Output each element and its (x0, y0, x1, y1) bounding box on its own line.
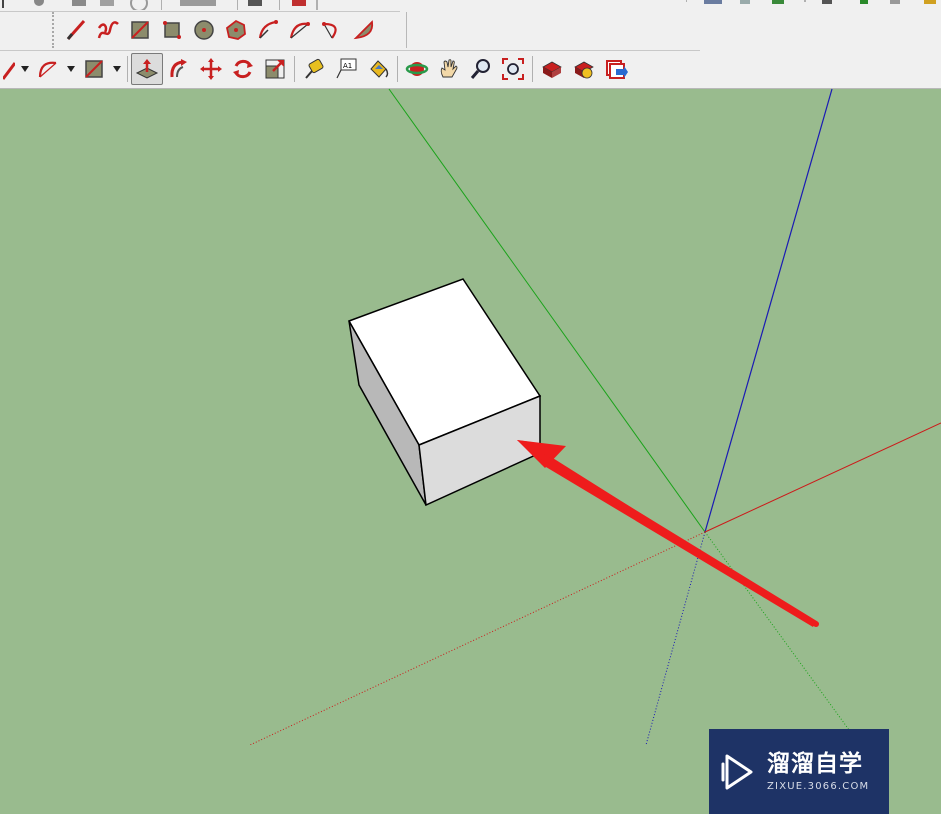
watermark-logo: 溜溜自学 ZIXUE.3066.COM (709, 729, 889, 814)
red-axis-negative (249, 531, 706, 745)
play-logo-icon (721, 754, 753, 789)
watermark-url: ZIXUE.3066.COM (767, 781, 870, 792)
blue-axis (704, 88, 833, 533)
red-axis (704, 422, 941, 533)
annotation-arrow (517, 440, 819, 627)
green-axis-negative (704, 531, 861, 745)
box-model[interactable] (347, 278, 542, 507)
watermark-title: 溜溜自学 (767, 751, 863, 777)
blue-axis-negative (645, 531, 706, 745)
scene-canvas (249, 88, 941, 745)
model-viewport[interactable]: 溜溜自学 ZIXUE.3066.COM (0, 88, 941, 814)
